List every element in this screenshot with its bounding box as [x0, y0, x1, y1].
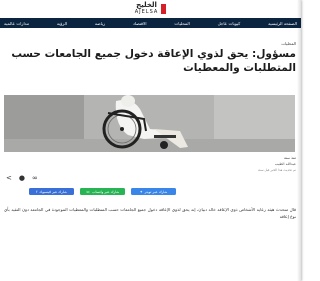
facebook-icon: f: [36, 189, 38, 194]
share-twitter-button[interactable]: ✦ شارك عبر تويتر: [131, 188, 176, 195]
nav-item-breaking[interactable]: كيوبات عاجل: [218, 21, 241, 26]
share-buttons: f شارك عبر فيسبوك ☏ شارك عبر واتساب ✦ شا…: [29, 188, 176, 195]
nav-item-home[interactable]: الصفحة الرئيسية: [268, 21, 297, 26]
site-logo[interactable]: الخليج AJELSA: [135, 2, 167, 16]
wheelchair-user-illustration: [4, 95, 295, 152]
logo-latin-text: AJELSA: [134, 9, 159, 15]
article-actions: < ● ∞: [6, 175, 38, 182]
share-icon[interactable]: <: [6, 175, 12, 182]
twitter-icon: ✦: [139, 189, 143, 194]
whatsapp-icon: ☏: [85, 189, 91, 194]
nav-item-sports[interactable]: رياضة: [95, 21, 105, 26]
nav-item-vision[interactable]: الرؤية: [57, 21, 67, 26]
nav-item-world[interactable]: مدارات عالمية: [4, 21, 29, 26]
article-image: [4, 95, 295, 152]
share-whatsapp-button[interactable]: ☏ شارك عبر واتساب: [80, 188, 125, 195]
article-title: مسؤول: يحق لذوي الإعاقة دخول جميع الجامع…: [11, 48, 296, 74]
article-section[interactable]: المحليات: [281, 41, 296, 46]
share-twitter-label: شارك عبر تويتر: [144, 189, 168, 194]
article-update-note: تم تحديث هذا الخبر قبل سنة: [258, 168, 296, 172]
logo-mark-icon: [161, 4, 167, 14]
share-facebook-label: شارك عبر فيسبوك: [39, 189, 67, 194]
nav-item-economy[interactable]: الاقتصاد: [133, 21, 147, 26]
share-facebook-button[interactable]: f شارك عبر فيسبوك: [29, 188, 74, 195]
header: الخليج AJELSA: [0, 0, 301, 18]
font-size-icon[interactable]: ●: [19, 175, 25, 182]
article-author[interactable]: عبدالله الطيب: [275, 162, 296, 166]
main-nav: الصفحة الرئيسية كيوبات عاجل المحليات الا…: [0, 18, 301, 28]
link-icon[interactable]: ∞: [32, 175, 38, 182]
nav-item-local[interactable]: المحليات: [174, 21, 189, 26]
article-body: قال متحدث هيئة رعاية الأشخاص ذوي الإعاقة…: [4, 207, 296, 219]
phone-screen: الخليج AJELSA الصفحة الرئيسية كيوبات عاج…: [0, 0, 301, 281]
article-date: منذ سنة: [283, 156, 296, 160]
logo-arabic-text: الخليج: [136, 1, 157, 9]
share-whatsapp-label: شارك عبر واتساب: [92, 189, 120, 194]
